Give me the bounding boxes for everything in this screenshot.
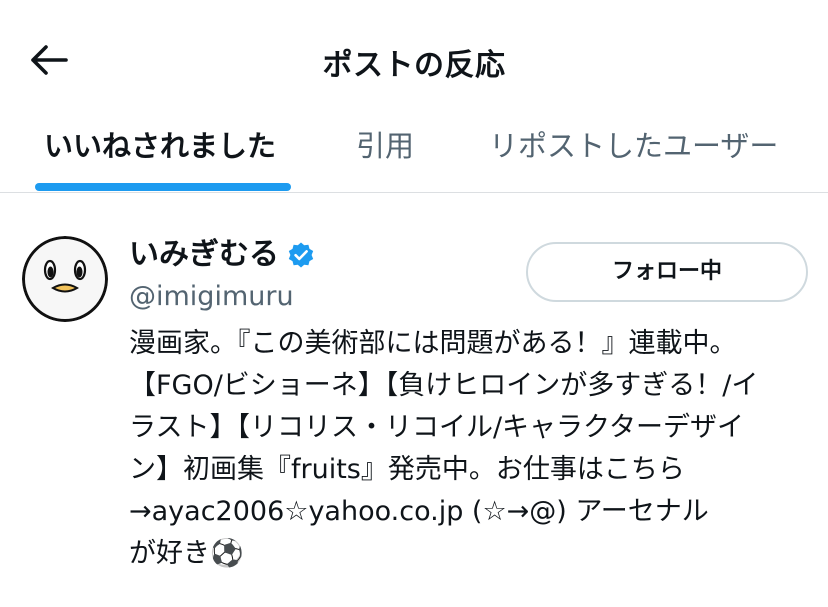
user-handle[interactable]: @imigimuru [129,279,294,315]
tab-likes[interactable]: いいねされました [44,126,276,182]
user-bio: 漫画家。『この美術部には問題がある！』連載中。 【FGO/ビショーネ】【負けヒロ… [129,328,759,569]
tab-bar: いいねされました 引用 リポストしたユーザー [0,116,828,193]
following-button[interactable]: フォロー中 [526,242,808,302]
active-tab-indicator [35,183,291,191]
user-list-item[interactable]: いみぎむる @imigimuru フォロー中 漫画家。『この美術部には問題がある… [0,193,828,607]
tab-reposts[interactable]: リポストしたユーザー [489,126,778,182]
page-title: ポストの反応 [322,48,506,83]
avatar[interactable] [22,236,108,322]
display-name[interactable]: いみぎむる [129,235,279,275]
verified-badge-icon [287,241,315,269]
name-row: いみぎむる [129,235,315,275]
tab-quotes[interactable]: 引用 [356,126,414,182]
penguin-avatar-icon [22,236,108,322]
header: ポストの反応 [0,0,828,116]
